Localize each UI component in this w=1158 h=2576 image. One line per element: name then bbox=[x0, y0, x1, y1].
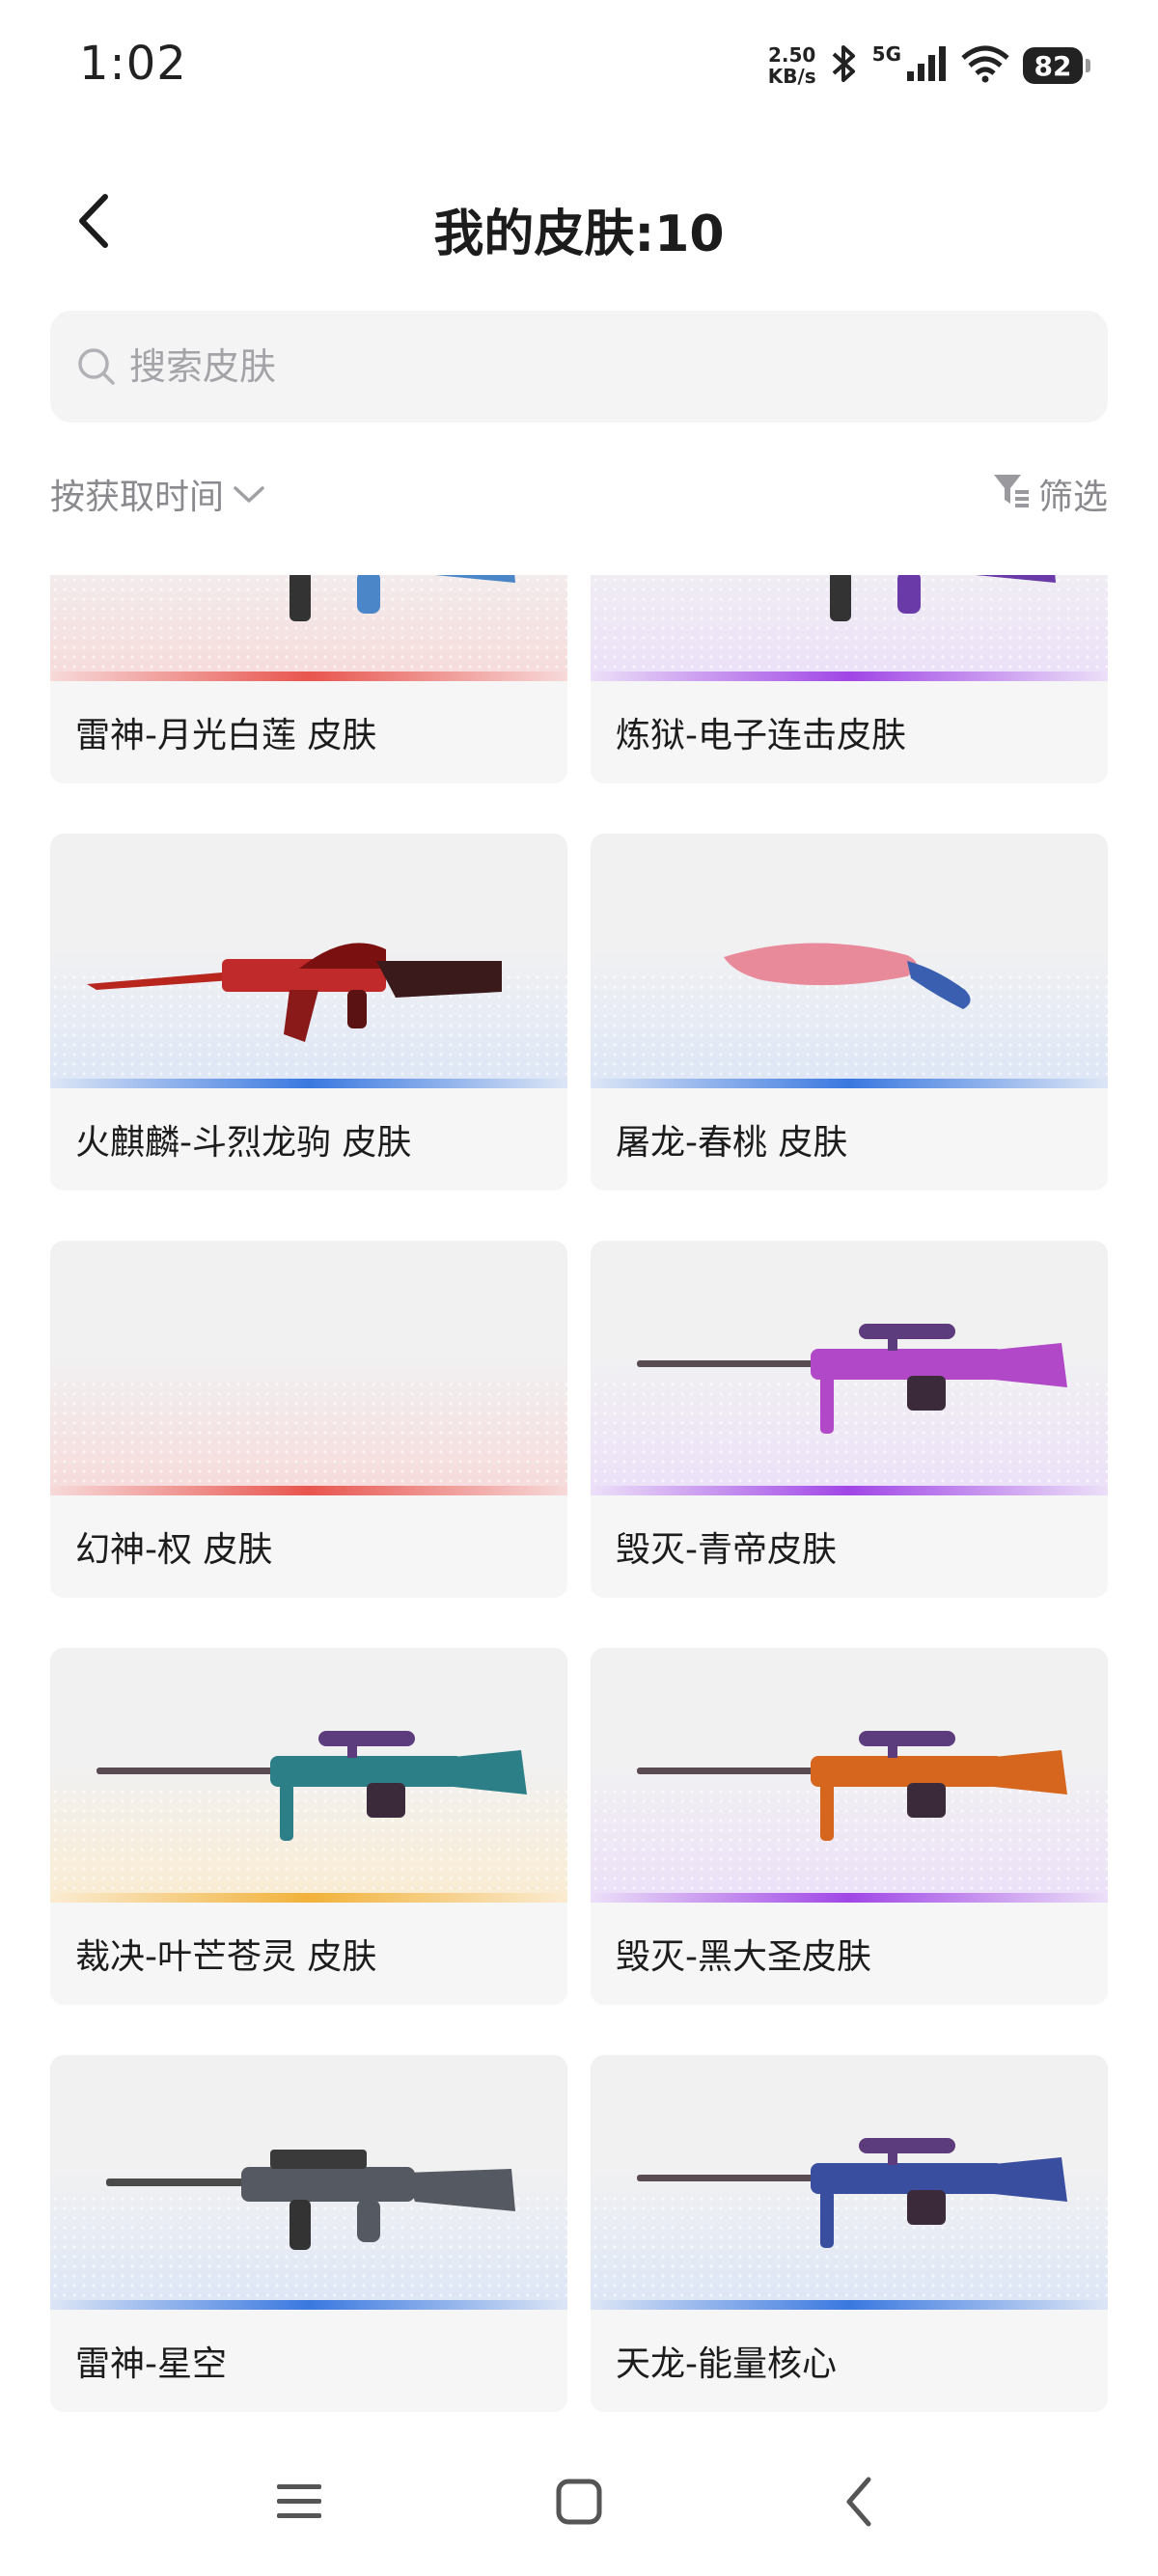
skin-image-area bbox=[591, 2055, 1108, 2310]
skin-card[interactable]: 炼狱-电子连击皮肤 bbox=[591, 575, 1108, 783]
rarity-bar bbox=[50, 671, 567, 681]
skin-weapon-image bbox=[290, 575, 515, 621]
rarity-bar bbox=[591, 1486, 1108, 1495]
network-type: 5G bbox=[871, 42, 901, 66]
network-speed: 2.50 KB/s bbox=[768, 44, 816, 87]
skin-card[interactable]: 天龙-能量核心 bbox=[591, 2055, 1108, 2412]
filter-label: 筛选 bbox=[1037, 478, 1108, 517]
skin-image-area bbox=[50, 1648, 567, 1903]
nav-back-icon bbox=[841, 2476, 876, 2532]
skin-card[interactable]: 毁灭-青帝皮肤 bbox=[591, 1241, 1108, 1598]
rarity-bar bbox=[591, 671, 1108, 681]
nav-menu-button[interactable] bbox=[256, 2460, 343, 2547]
skin-image-area bbox=[50, 834, 567, 1088]
search-input[interactable] bbox=[127, 344, 1000, 389]
skin-weapon-image bbox=[106, 2150, 515, 2250]
bluetooth-icon bbox=[828, 42, 861, 89]
status-time: 1:02 bbox=[79, 37, 187, 91]
skin-grid: 雷神-月光白莲 皮肤 炼狱-电子连击皮肤火麒麟-斗烈龙驹 皮肤 屠龙-春桃 皮肤幻神… bbox=[50, 575, 1108, 2412]
skin-name: 幻神-权 皮肤 bbox=[50, 1495, 567, 1598]
skin-image-area bbox=[50, 1241, 567, 1495]
skin-card[interactable]: 雷神-星空 bbox=[50, 2055, 567, 2412]
system-nav-bar bbox=[0, 2431, 1158, 2576]
filter-icon bbox=[992, 471, 1038, 518]
skin-name: 毁灭-青帝皮肤 bbox=[591, 1495, 1108, 1598]
skin-card[interactable]: 裁决-叶芒苍灵 皮肤 bbox=[50, 1648, 567, 2005]
skin-card[interactable]: 幻神-权 皮肤 bbox=[50, 1241, 567, 1598]
skin-name: 屠龙-春桃 皮肤 bbox=[591, 1088, 1108, 1191]
skin-card[interactable]: 毁灭-黑大圣皮肤 bbox=[591, 1648, 1108, 2005]
filter-button[interactable]: 筛选 bbox=[992, 469, 1108, 519]
rarity-bar bbox=[591, 1893, 1108, 1903]
nav-back-button[interactable] bbox=[815, 2460, 902, 2547]
skin-card[interactable]: 火麒麟-斗烈龙驹 皮肤 bbox=[50, 834, 567, 1191]
rarity-bar bbox=[50, 2300, 567, 2310]
search-bar[interactable] bbox=[50, 311, 1108, 423]
skin-name: 裁决-叶芒苍灵 皮肤 bbox=[50, 1903, 567, 2005]
skin-name: 雷神-星空 bbox=[50, 2310, 567, 2412]
rarity-bar bbox=[50, 1079, 567, 1088]
rarity-bar bbox=[50, 1893, 567, 1903]
battery-indicator: 82 bbox=[1023, 47, 1090, 84]
page-header: 我的皮肤:10 bbox=[0, 164, 1158, 280]
sort-filter-row: 按获取时间 筛选 bbox=[50, 469, 1108, 531]
skin-card[interactable]: 雷神-月光白莲 皮肤 bbox=[50, 575, 567, 783]
skin-image-area bbox=[591, 1648, 1108, 1903]
chevron-down-icon bbox=[224, 475, 266, 514]
nav-home-button[interactable] bbox=[536, 2460, 622, 2547]
skin-weapon-image bbox=[637, 1324, 1067, 1434]
skin-name: 天龙-能量核心 bbox=[591, 2310, 1108, 2412]
network-speed-unit: KB/s bbox=[767, 65, 816, 88]
cellular-signal-icon bbox=[905, 44, 948, 87]
skin-weapon-image bbox=[96, 1731, 527, 1841]
page-title: 我的皮肤:10 bbox=[433, 206, 725, 263]
skin-weapon-image bbox=[87, 943, 502, 1042]
skin-name: 雷神-月光白莲 皮肤 bbox=[50, 681, 567, 783]
skin-list: 雷神-月光白莲 皮肤 炼狱-电子连击皮肤火麒麟-斗烈龙驹 皮肤 屠龙-春桃 皮肤幻神… bbox=[0, 575, 1158, 2431]
dot-pattern bbox=[50, 1380, 567, 1495]
sort-dropdown[interactable]: 按获取时间 bbox=[50, 469, 266, 519]
status-bar: 1:02 2.50 KB/s 5G 82 bbox=[0, 0, 1158, 135]
skin-weapon-image bbox=[637, 2138, 1067, 2248]
skin-name: 毁灭-黑大圣皮肤 bbox=[591, 1903, 1108, 2005]
skin-image-area bbox=[591, 1241, 1108, 1495]
skin-image-area bbox=[591, 575, 1108, 681]
skin-card[interactable]: 屠龙-春桃 皮肤 bbox=[591, 834, 1108, 1191]
skin-image-area bbox=[591, 834, 1108, 1088]
rarity-bar bbox=[50, 1486, 567, 1495]
menu-icon bbox=[275, 2480, 323, 2527]
network-speed-value: 2.50 bbox=[768, 43, 816, 67]
status-icons: 2.50 KB/s 5G 82 bbox=[768, 39, 1090, 93]
skin-weapon-image bbox=[830, 575, 1056, 621]
sort-label: 按获取时间 bbox=[50, 478, 225, 517]
rarity-bar bbox=[591, 2300, 1108, 2310]
skin-image-area bbox=[50, 575, 567, 681]
skin-name: 炼狱-电子连击皮肤 bbox=[591, 681, 1108, 783]
skin-image-area bbox=[50, 2055, 567, 2310]
home-square-icon bbox=[555, 2478, 603, 2530]
wifi-icon bbox=[959, 44, 1011, 87]
search-icon bbox=[75, 345, 118, 388]
skin-name: 火麒麟-斗烈龙驹 皮肤 bbox=[50, 1088, 567, 1191]
rarity-bar bbox=[591, 1079, 1108, 1088]
skin-weapon-image bbox=[724, 943, 971, 1009]
skin-weapon-image bbox=[637, 1731, 1067, 1841]
